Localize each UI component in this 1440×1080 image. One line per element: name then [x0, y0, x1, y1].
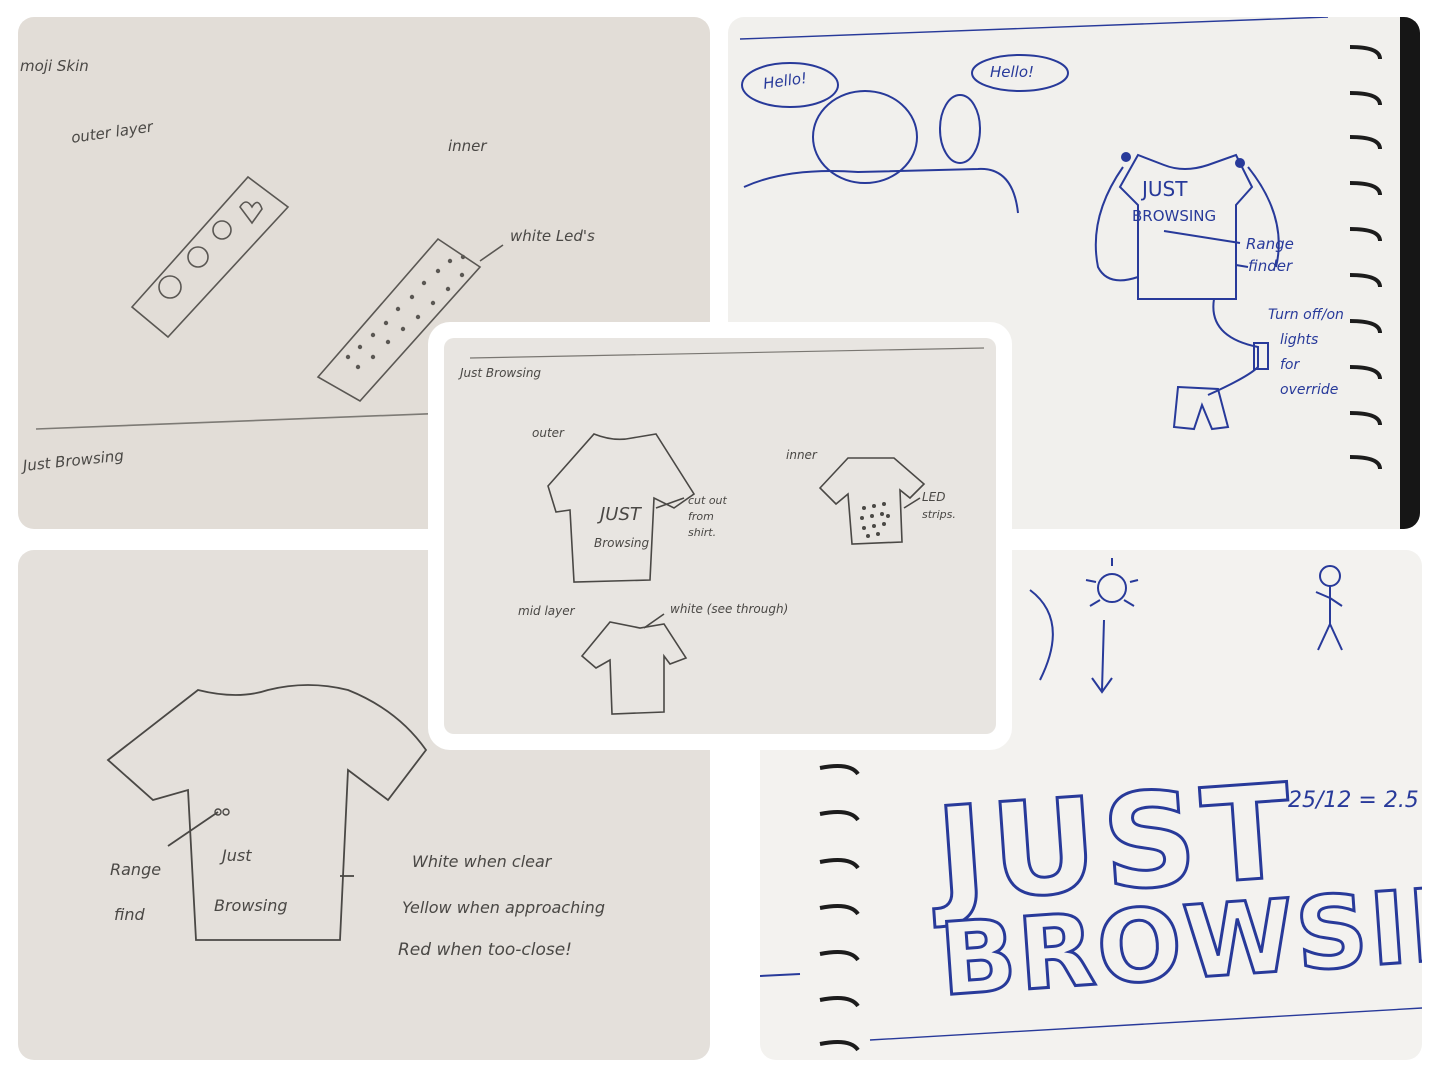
sketch-panel-layers-overview: Just Browsing outer inner JUST Browsing …	[428, 322, 1012, 750]
center-photo: Just Browsing outer inner JUST Browsing …	[444, 338, 996, 734]
lights-label: lights	[1280, 332, 1319, 348]
shirt-browsing-text: Browsing	[594, 536, 650, 550]
red-note: Red when too-close!	[398, 940, 572, 960]
shirt-just-label: Just	[222, 846, 252, 865]
heading-text: moji Skin	[20, 57, 89, 75]
shirt-just-text: JUST	[600, 504, 641, 525]
sketch-drawing-three-shirts	[469, 347, 985, 715]
turn-label: Turn off/on	[1268, 307, 1344, 323]
shirt-label: shirt.	[688, 526, 717, 539]
inner-label: inner	[448, 137, 487, 155]
inner-label: inner	[786, 448, 817, 462]
led-label: LED	[922, 490, 946, 504]
finder-label: finder	[1248, 257, 1293, 275]
strips-label: strips.	[922, 508, 956, 521]
shirt-browsing-label: Browsing	[214, 896, 288, 915]
shirt-browsing-text: BROWSING	[1132, 207, 1217, 225]
cutout-label: cut out	[688, 494, 727, 507]
range-label: Range	[110, 860, 162, 879]
outer-label: outer	[532, 426, 564, 440]
calc-text: 25/12 = 2.5	[1288, 788, 1419, 813]
shirt-just-text: JUST	[1142, 177, 1188, 201]
center-heading: Just Browsing	[460, 366, 542, 380]
override-label: override	[1280, 382, 1339, 398]
white-leds-label: white Led's	[510, 227, 595, 245]
for-label: for	[1280, 357, 1300, 373]
white-note: White when clear	[412, 852, 552, 871]
yellow-note: Yellow when approaching	[402, 898, 605, 917]
bubble-right-text: Hello!	[990, 63, 1035, 81]
from-label: from	[688, 510, 714, 523]
range-label: Range	[1246, 235, 1294, 253]
find-label: find	[114, 905, 145, 924]
white-see-through-label: white (see through)	[670, 602, 789, 616]
mid-layer-label: mid layer	[518, 604, 575, 618]
